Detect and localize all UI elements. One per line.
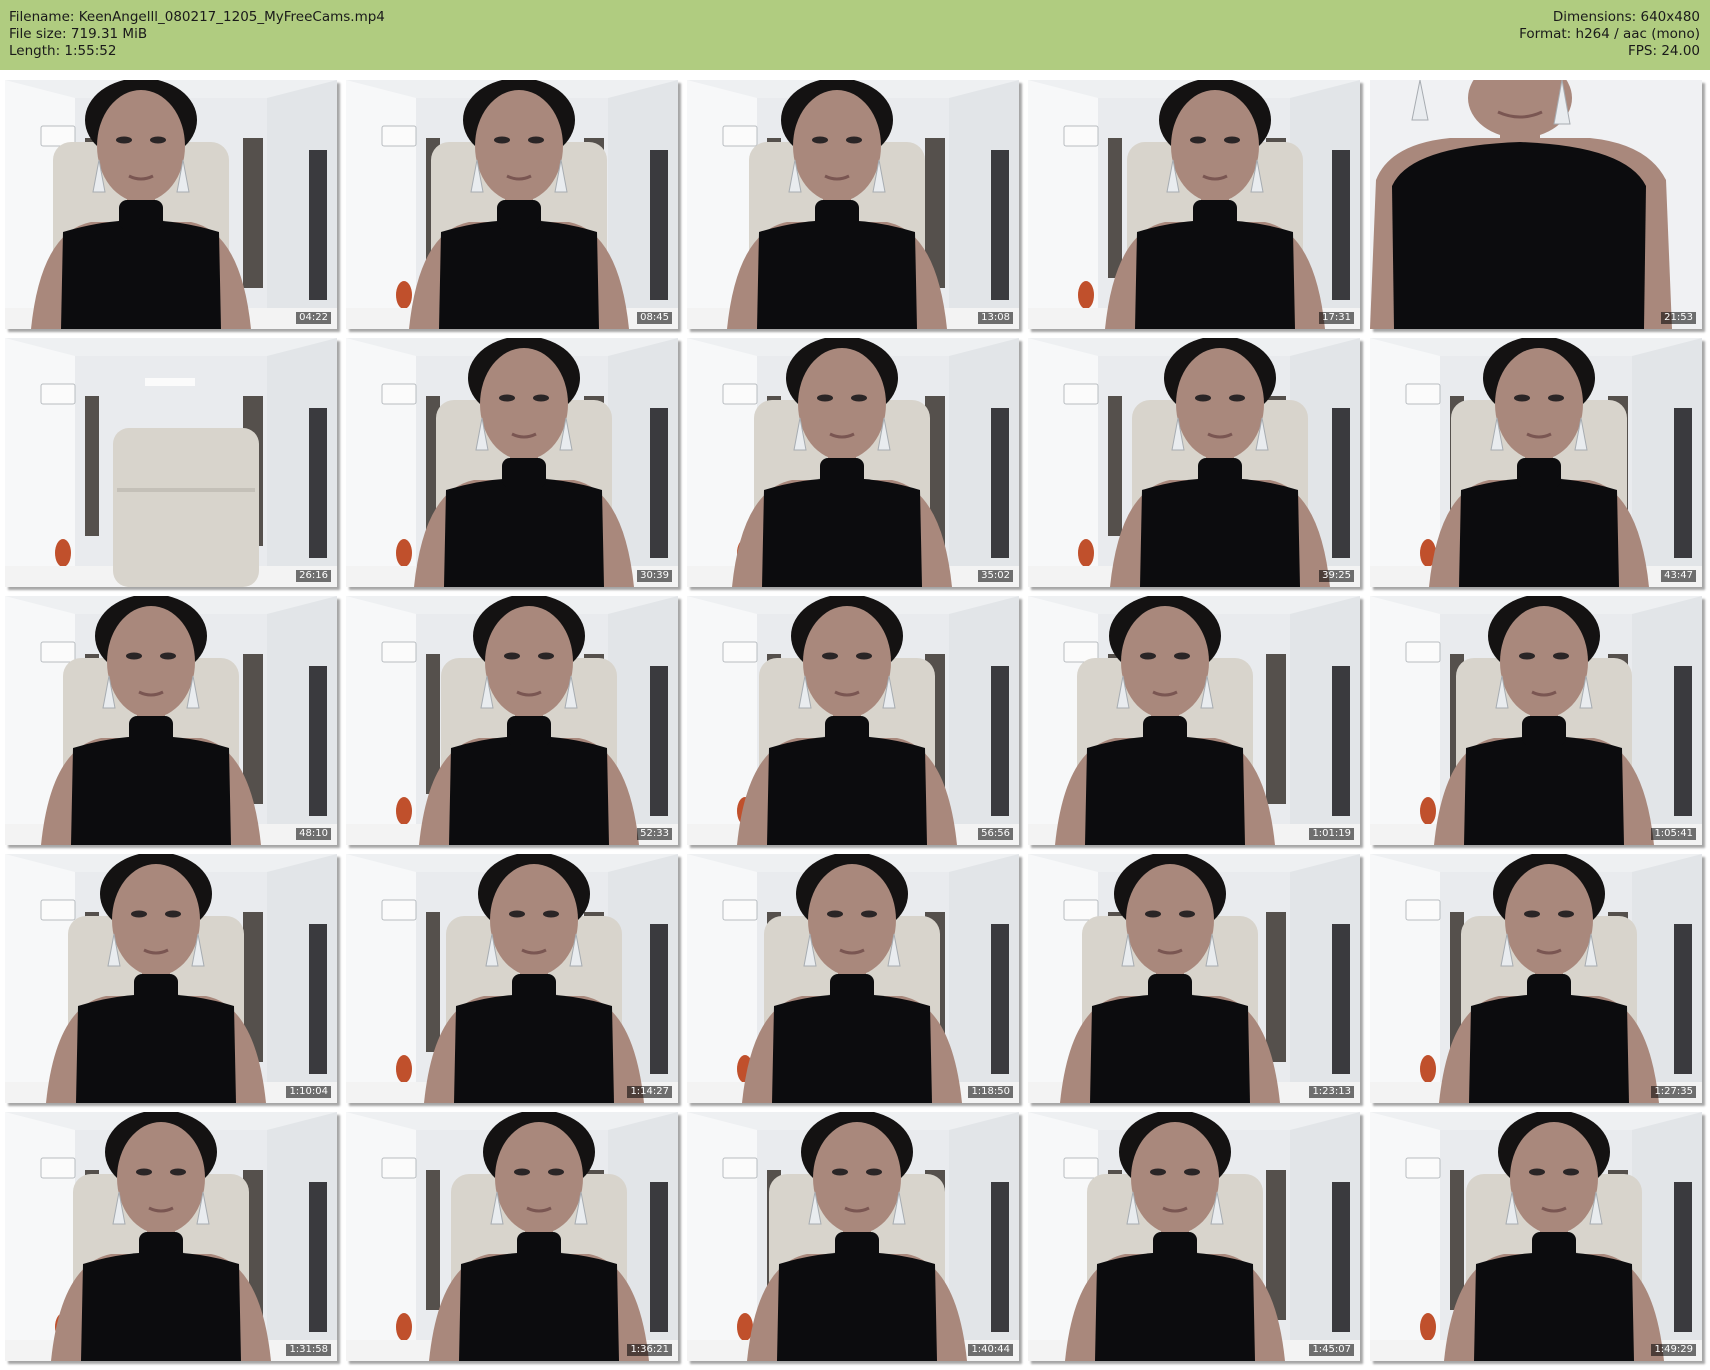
thumbnail-frame: 17:31 — [1028, 80, 1360, 329]
timestamp-label: 1:49:29 — [1651, 1344, 1696, 1356]
thumbnail-frame: 1:49:29 — [1370, 1112, 1702, 1361]
timestamp-label: 1:36:21 — [627, 1344, 672, 1356]
timestamp-label: 26:16 — [296, 570, 331, 582]
timestamp-label: 1:01:19 — [1309, 828, 1354, 840]
thumbnail-frame: 43:47 — [1370, 338, 1702, 587]
format-text: Format: h264 / aac (mono) — [1519, 26, 1700, 42]
thumbnail-frame: 1:27:35 — [1370, 854, 1702, 1103]
thumbnail-frame: 1:18:50 — [687, 854, 1019, 1103]
thumbnail-frame: 1:23:13 — [1028, 854, 1360, 1103]
timestamp-label: 17:31 — [1319, 312, 1354, 324]
filesize-text: File size: 719.31 MiB — [9, 26, 148, 42]
timestamp-label: 30:39 — [637, 570, 672, 582]
timestamp-label: 1:18:50 — [968, 1086, 1013, 1098]
thumbnail-frame: 1:36:21 — [346, 1112, 678, 1361]
thumbnail-frame: 1:14:27 — [346, 854, 678, 1103]
length-text: Length: 1:55:52 — [9, 43, 117, 59]
thumbnail-frame: 56:56 — [687, 596, 1019, 845]
thumbnail-frame: 21:53 — [1370, 80, 1702, 329]
thumbnail-frame: 1:01:19 — [1028, 596, 1360, 845]
thumbnail-frame: 52:33 — [346, 596, 678, 845]
thumbnail-frame: 13:08 — [687, 80, 1019, 329]
filename-text: Filename: KeenAngelll_080217_1205_MyFree… — [9, 9, 385, 25]
timestamp-label: 35:02 — [978, 570, 1013, 582]
thumbnail-frame: 35:02 — [687, 338, 1019, 587]
thumbnail-frame: 48:10 — [5, 596, 337, 845]
thumbnail-frame: 26:16 — [5, 338, 337, 587]
timestamp-label: 1:14:27 — [627, 1086, 672, 1098]
timestamp-label: 1:27:35 — [1651, 1086, 1696, 1098]
thumbnail-frame: 30:39 — [346, 338, 678, 587]
file-info: Filename: KeenAngelll_080217_1205_MyFree… — [9, 9, 385, 60]
timestamp-label: 56:56 — [978, 828, 1013, 840]
thumbnail-frame: 39:25 — [1028, 338, 1360, 587]
timestamp-label: 52:33 — [637, 828, 672, 840]
thumbnail-frame: 1:31:58 — [5, 1112, 337, 1361]
timestamp-label: 1:45:07 — [1309, 1344, 1354, 1356]
thumbnail-frame: 1:05:41 — [1370, 596, 1702, 845]
timestamp-label: 1:05:41 — [1651, 828, 1696, 840]
media-info: Dimensions: 640x480 Format: h264 / aac (… — [1519, 9, 1700, 60]
thumbnail-frame: 1:45:07 — [1028, 1112, 1360, 1361]
timestamp-label: 43:47 — [1661, 570, 1696, 582]
timestamp-label: 1:31:58 — [286, 1344, 331, 1356]
thumbnail-frame: 1:10:04 — [5, 854, 337, 1103]
thumbnail-frame: 04:22 — [5, 80, 337, 329]
dimensions-text: Dimensions: 640x480 — [1552, 9, 1700, 25]
timestamp-label: 04:22 — [296, 312, 331, 324]
timestamp-label: 08:45 — [637, 312, 672, 324]
timestamp-label: 1:40:44 — [968, 1344, 1013, 1356]
timestamp-label: 13:08 — [978, 312, 1013, 324]
timestamp-label: 1:23:13 — [1309, 1086, 1354, 1098]
thumbnail-frame: 08:45 — [346, 80, 678, 329]
timestamp-label: 1:10:04 — [286, 1086, 331, 1098]
timestamp-label: 39:25 — [1319, 570, 1354, 582]
thumbnail-frame: 1:40:44 — [687, 1112, 1019, 1361]
info-header: Filename: KeenAngelll_080217_1205_MyFree… — [0, 0, 1710, 70]
timestamp-label: 21:53 — [1661, 312, 1696, 324]
timestamp-label: 48:10 — [296, 828, 331, 840]
fps-text: FPS: 24.00 — [1628, 43, 1700, 59]
